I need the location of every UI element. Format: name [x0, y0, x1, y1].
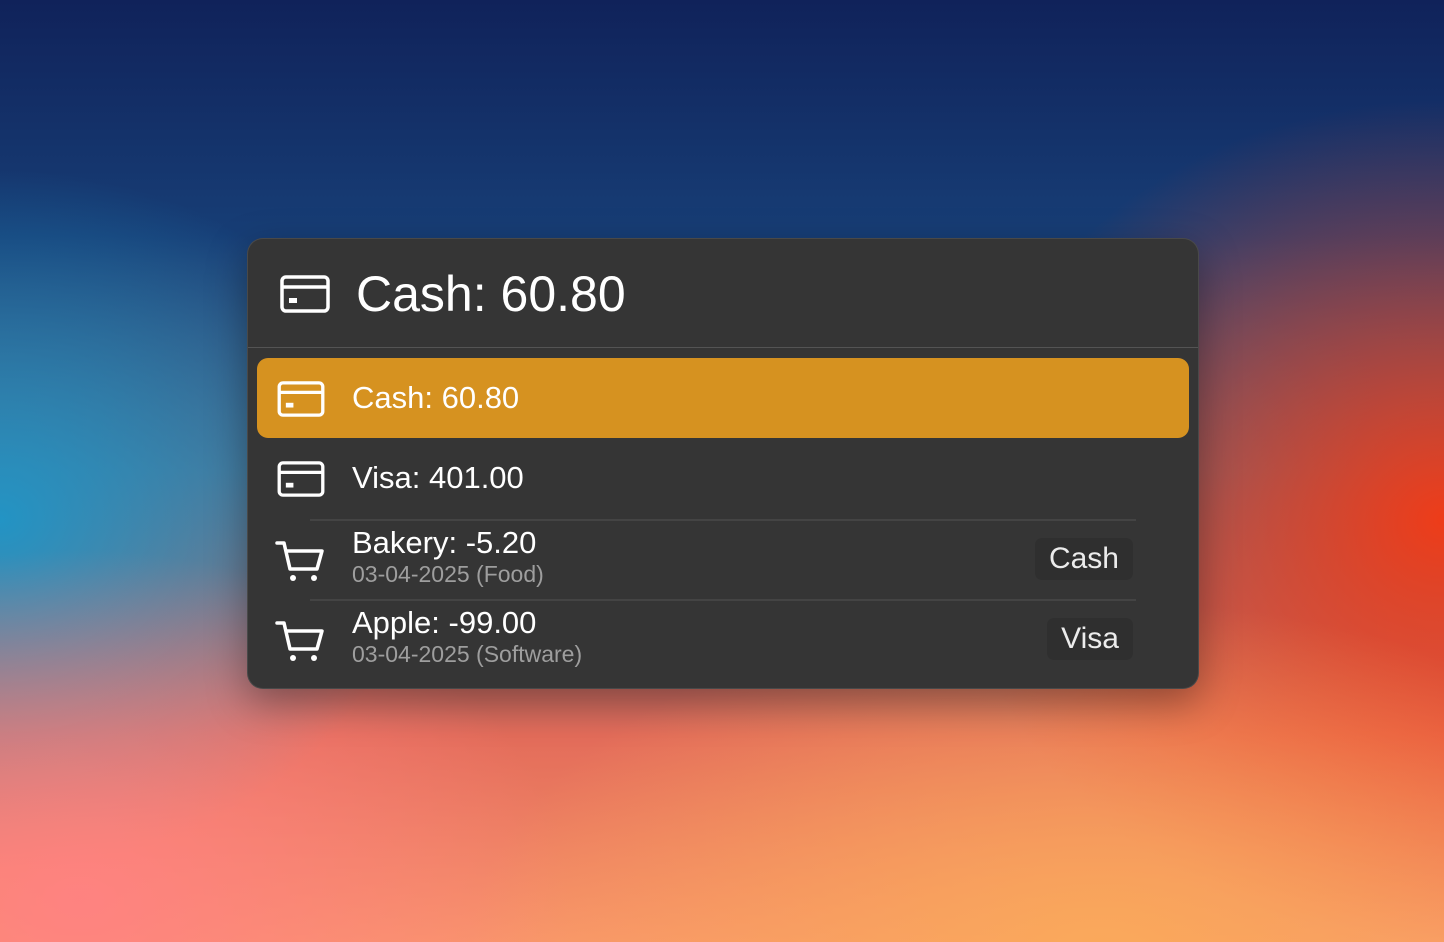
result-label: Visa: 401.00	[352, 460, 524, 495]
shopping-cart-icon	[275, 621, 324, 661]
launcher-panel: Cash: 60.80 Cash: 60.80 Visa: 401.00 Bak…	[247, 238, 1199, 689]
transaction-subtitle: 03-04-2025 (Food)	[352, 561, 544, 587]
result-item-cash[interactable]: Cash: 60.80	[257, 358, 1189, 438]
header: Cash: 60.80	[248, 239, 1198, 348]
credit-card-icon	[277, 381, 325, 417]
result-label: Cash: 60.80	[352, 380, 520, 415]
account-tag: Cash	[1034, 538, 1133, 580]
credit-card-icon	[277, 461, 325, 497]
page-title: Cash: 60.80	[356, 266, 626, 322]
account-tag: Visa	[1047, 618, 1133, 660]
result-item-bakery[interactable]: Bakery: -5.20 03-04-2025 (Food) Cash	[257, 519, 1189, 599]
result-item-apple[interactable]: Apple: -99.00 03-04-2025 (Software) Visa	[257, 599, 1189, 679]
transaction-subtitle: 03-04-2025 (Software)	[352, 641, 583, 667]
shopping-cart-icon	[275, 541, 324, 581]
transaction-title: Bakery: -5.20	[352, 525, 537, 560]
credit-card-icon	[280, 275, 330, 313]
result-item-visa[interactable]: Visa: 401.00	[257, 438, 1189, 518]
transaction-title: Apple: -99.00	[352, 605, 537, 640]
